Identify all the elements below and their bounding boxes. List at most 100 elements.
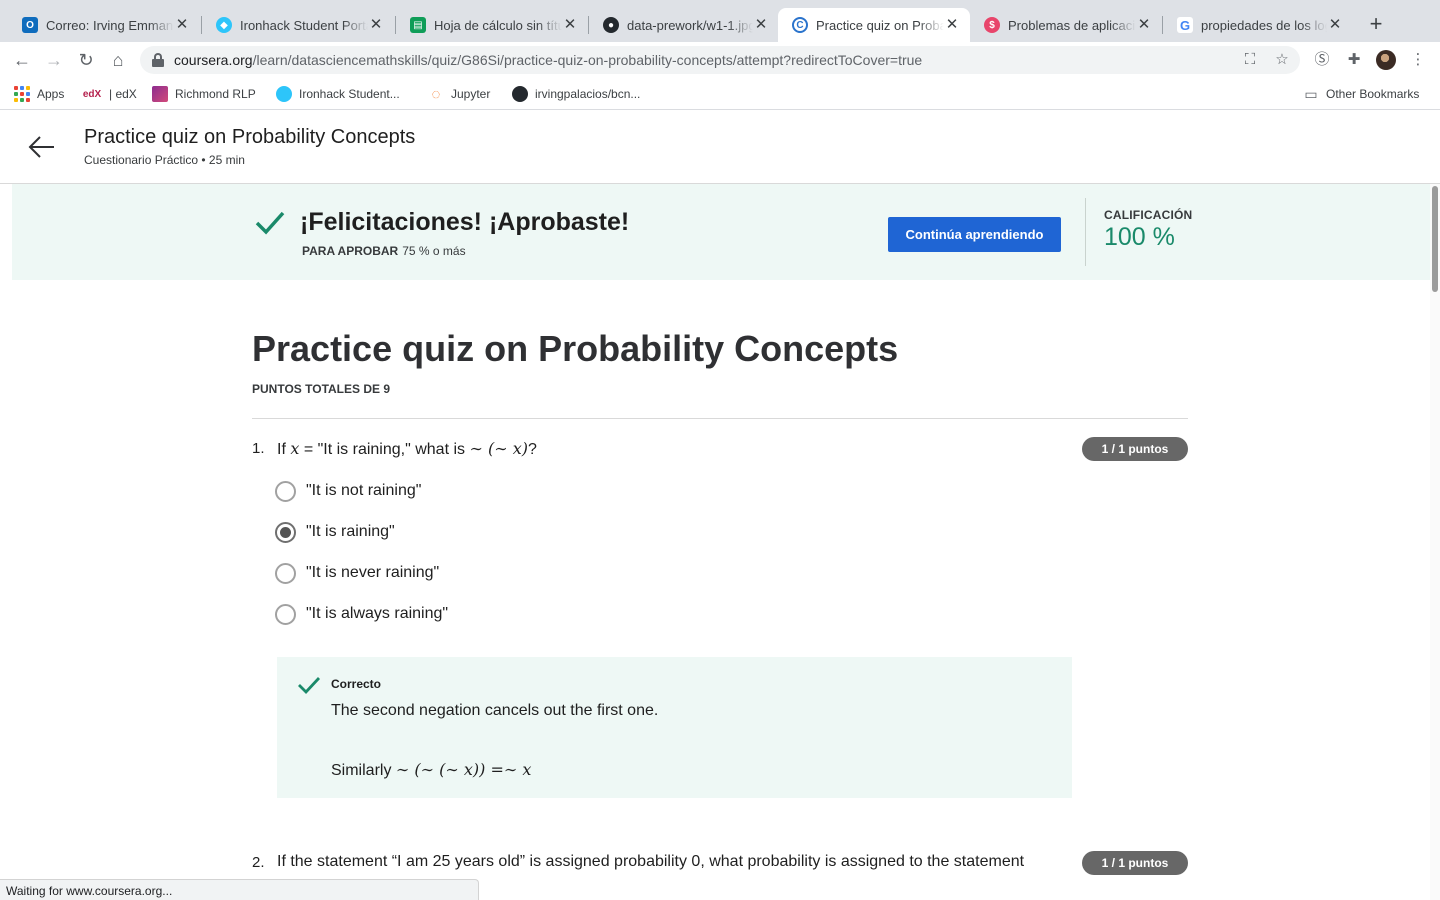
pass-label: PARA APROBAR bbox=[302, 244, 399, 258]
bookmark-label: Other Bookmarks bbox=[1326, 87, 1420, 101]
continue-learning-button[interactable]: Continúa aprendiendo bbox=[888, 217, 1061, 252]
bookmark-label: irvingpalacios/bcn... bbox=[535, 87, 641, 101]
url-host: coursera.org bbox=[174, 52, 253, 68]
close-icon[interactable]: ✕ bbox=[562, 17, 578, 33]
back-arrow-icon[interactable] bbox=[28, 133, 56, 161]
feedback-box: Correcto The second negation cancels out… bbox=[277, 657, 1072, 798]
skype-icon[interactable]: Ⓢ bbox=[1312, 50, 1332, 70]
coursera-icon: C bbox=[792, 17, 808, 33]
q-text-after: ? bbox=[527, 441, 537, 458]
jupyter-icon: ◌ bbox=[431, 85, 441, 103]
bookmark-other[interactable]: ▭ Other Bookmarks bbox=[1303, 86, 1419, 102]
grade-value: 100 % bbox=[1104, 223, 1175, 251]
pass-value: 75 % o más bbox=[402, 244, 466, 258]
bookmarks-bar: Apps edX | edX Richmond RLP Ironhack Stu… bbox=[0, 78, 1440, 110]
google-icon: G bbox=[1177, 17, 1193, 33]
divider bbox=[252, 418, 1188, 419]
close-icon[interactable]: ✕ bbox=[944, 17, 960, 33]
tab-title: propiedades de los logaritmos bbox=[1201, 17, 1327, 33]
bookmark-label: Richmond RLP bbox=[175, 87, 256, 101]
option-label: "It is always raining" bbox=[306, 605, 449, 622]
browser-tab-problemas[interactable]: $ Problemas de aplicación ✕ bbox=[970, 8, 1162, 42]
grade-label: CALIFICACIÓN bbox=[1104, 208, 1193, 222]
browser-tab-sheets[interactable]: ▤ Hoja de cálculo sin título ✕ bbox=[396, 8, 588, 42]
folder-icon: ▭ bbox=[1304, 85, 1318, 102]
bookmark-github[interactable]: irvingpalacios/bcn... bbox=[512, 86, 640, 102]
checkmark-icon bbox=[255, 211, 285, 235]
outlook-icon: O bbox=[22, 17, 38, 33]
url-path: /learn/datasciencemathskills/quiz/G86Si/… bbox=[252, 52, 923, 68]
bookmark-jupyter[interactable]: ◌ Jupyter bbox=[428, 85, 491, 103]
tab-title: Practice quiz on Probability Concepts bbox=[816, 17, 944, 33]
forward-arrow-icon[interactable]: → bbox=[42, 48, 66, 72]
option-label: "It is raining" bbox=[306, 523, 395, 540]
lock-icon[interactable] bbox=[152, 53, 164, 67]
close-icon[interactable]: ✕ bbox=[174, 17, 190, 33]
header-title: Practice quiz on Probability Concepts bbox=[84, 126, 416, 148]
radio-button[interactable] bbox=[275, 480, 296, 502]
q-text-before: If bbox=[277, 441, 291, 458]
q-text-mid: = "It is raining," what is bbox=[299, 441, 470, 458]
radio-button[interactable] bbox=[275, 562, 296, 584]
browser-tab-outlook[interactable]: O Correo: Irving Emmanuel Palacios ✕ bbox=[8, 8, 200, 42]
points-badge: 1 / 1 puntos bbox=[1082, 437, 1188, 461]
browser-tab-google[interactable]: G propiedades de los logaritmos ✕ bbox=[1163, 8, 1353, 42]
scrollbar-thumb[interactable] bbox=[1432, 186, 1438, 292]
bookmark-label: Jupyter bbox=[451, 87, 491, 101]
math-expression: ∼ (∼ x) bbox=[469, 439, 528, 458]
url-text[interactable]: coursera.org/learn/datasciencemathskills… bbox=[174, 52, 922, 68]
pass-requirement: PARA APROBAR 75 % o más bbox=[302, 244, 466, 258]
home-icon[interactable]: ⌂ bbox=[106, 48, 130, 72]
browser-tab-coursera[interactable]: C Practice quiz on Probability Concepts … bbox=[778, 8, 970, 42]
points-badge: 1 / 1 puntos bbox=[1082, 851, 1188, 875]
browser-tab-github[interactable]: ● data-prework/w1-1.jpg ✕ bbox=[589, 8, 779, 42]
bookmark-richmond[interactable]: Richmond RLP bbox=[152, 86, 256, 102]
divider bbox=[1085, 198, 1086, 266]
quiz-header: Practice quiz on Probability Concepts Cu… bbox=[0, 111, 1440, 184]
bookmark-apps[interactable]: Apps bbox=[14, 86, 64, 102]
bookmark-label: Apps bbox=[37, 87, 65, 101]
browser-tab-strip: O Correo: Irving Emmanuel Palacios ✕ ◆ I… bbox=[0, 0, 1440, 42]
sheets-icon: ▤ bbox=[410, 17, 426, 33]
tab-title: Ironhack Student Portal bbox=[240, 17, 368, 33]
browser-tab-ironhack[interactable]: ◆ Ironhack Student Portal ✕ bbox=[202, 8, 394, 42]
new-tab-plus-icon[interactable]: + bbox=[1364, 12, 1388, 36]
close-icon[interactable]: ✕ bbox=[753, 17, 769, 33]
header-subtitle: Cuestionario Práctico • 25 min bbox=[84, 153, 245, 167]
answer-option[interactable]: "It is never raining" bbox=[275, 562, 439, 584]
close-icon[interactable]: ✕ bbox=[1136, 17, 1152, 33]
bookmark-ironhack[interactable]: Ironhack Student... bbox=[276, 86, 400, 102]
close-icon[interactable]: ✕ bbox=[368, 17, 384, 33]
ironhack-icon: ◆ bbox=[216, 17, 232, 33]
star-icon[interactable]: ☆ bbox=[1272, 50, 1292, 70]
apps-grid-icon bbox=[14, 86, 30, 102]
question-number: 1. bbox=[252, 440, 265, 457]
tab-title: Hoja de cálculo sin título bbox=[434, 17, 562, 33]
github-icon bbox=[512, 86, 528, 102]
bookmark-edx[interactable]: edX | edX bbox=[82, 86, 137, 102]
back-arrow-icon[interactable]: ← bbox=[10, 48, 34, 72]
browser-toolbar: ← → ↻ ⌂ coursera.org/learn/datasciencema… bbox=[0, 42, 1440, 78]
kebab-menu-icon[interactable]: ⋮ bbox=[1408, 50, 1428, 70]
address-bar[interactable]: coursera.org/learn/datasciencemathskills… bbox=[140, 46, 1300, 74]
app-icon: $ bbox=[984, 17, 1000, 33]
radio-button[interactable] bbox=[275, 603, 296, 625]
banner-title: ¡Felicitaciones! ¡Aprobaste! bbox=[300, 208, 630, 236]
answer-option[interactable]: "It is raining" bbox=[275, 521, 395, 543]
richmond-icon bbox=[152, 86, 168, 102]
bookmark-label: Ironhack Student... bbox=[299, 87, 400, 101]
github-icon: ● bbox=[603, 17, 619, 33]
question-text: If x = "It is raining," what is ∼ (∼ x)? bbox=[277, 439, 537, 459]
feedback-text: The second negation cancels out the firs… bbox=[331, 702, 659, 719]
answer-option[interactable]: "It is always raining" bbox=[275, 603, 448, 625]
translate-icon[interactable]: ⛶ bbox=[1240, 50, 1260, 70]
profile-avatar[interactable] bbox=[1376, 50, 1396, 70]
close-icon[interactable]: ✕ bbox=[1327, 17, 1343, 33]
puzzle-extensions-icon[interactable]: ✚ bbox=[1344, 50, 1364, 70]
radio-button-selected[interactable] bbox=[275, 521, 296, 543]
edx-icon: edX bbox=[82, 88, 102, 100]
answer-option[interactable]: "It is not raining" bbox=[275, 480, 421, 502]
reload-icon[interactable]: ↻ bbox=[74, 48, 98, 72]
tab-title: Problemas de aplicación bbox=[1008, 17, 1136, 33]
total-points: PUNTOS TOTALES DE 9 bbox=[252, 382, 391, 396]
